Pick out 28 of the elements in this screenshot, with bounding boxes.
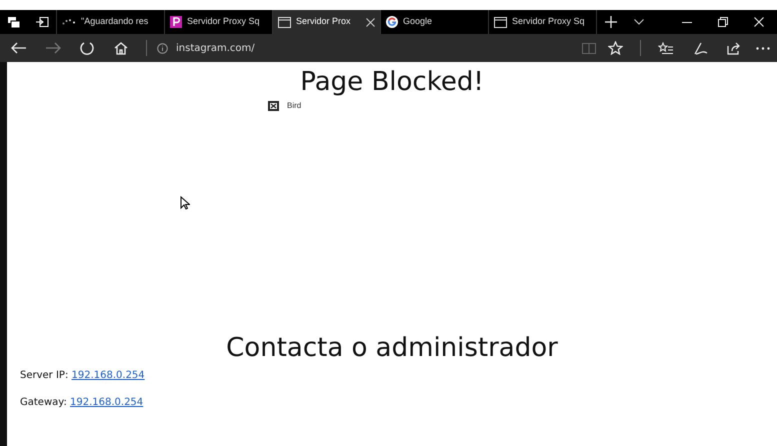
share-icon[interactable] bbox=[726, 42, 742, 54]
home-icon[interactable] bbox=[114, 42, 128, 54]
page-icon bbox=[278, 16, 291, 28]
favorite-icon[interactable] bbox=[608, 41, 622, 55]
address-field[interactable]: instagram.com/ bbox=[176, 40, 255, 56]
contact-heading: Contacta o administrador bbox=[225, 334, 559, 362]
loading-icon bbox=[62, 19, 76, 25]
close-icon[interactable] bbox=[366, 18, 375, 26]
google-icon bbox=[386, 16, 398, 28]
page-heading: Page Blocked! bbox=[299, 68, 485, 97]
refresh-icon[interactable] bbox=[80, 41, 94, 55]
image-alt-text: Bird bbox=[287, 100, 302, 112]
back-icon[interactable] bbox=[11, 42, 27, 54]
forward-icon[interactable] bbox=[45, 42, 61, 54]
info-line: Server IP: 192.168.0.254 bbox=[20, 369, 146, 384]
mouse-cursor-icon bbox=[180, 196, 190, 210]
more-icon[interactable] bbox=[756, 46, 770, 50]
browser-tab[interactable]: Servidor Prox bbox=[272, 10, 380, 34]
ip-link[interactable]: 192.168.0.254 bbox=[72, 370, 145, 382]
page-icon bbox=[494, 16, 507, 28]
reading-view-icon[interactable] bbox=[582, 42, 596, 54]
info-line: Gateway: 192.168.0.254 bbox=[20, 396, 144, 410]
pen-icon[interactable] bbox=[692, 42, 708, 54]
info-icon[interactable] bbox=[157, 42, 168, 54]
ip-link[interactable]: 192.168.0.254 bbox=[70, 397, 144, 408]
p-logo-icon bbox=[170, 16, 182, 28]
favorites-list-icon[interactable] bbox=[658, 42, 674, 54]
broken-image-icon bbox=[268, 100, 279, 111]
